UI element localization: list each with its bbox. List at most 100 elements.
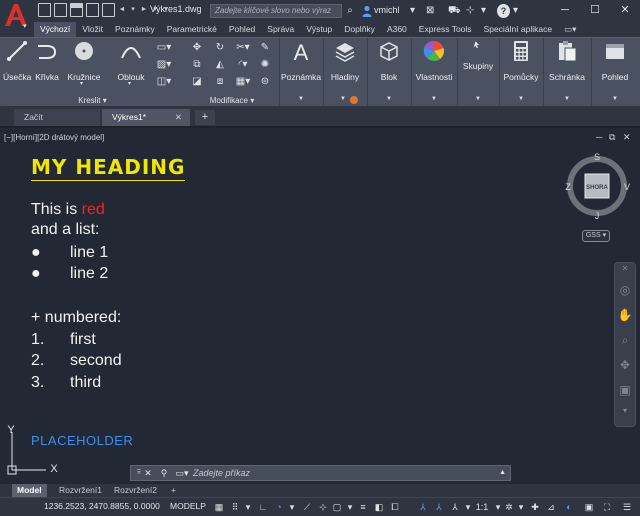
- polar-dropdown-icon[interactable]: ▾: [285, 500, 299, 514]
- tab-vlozit[interactable]: Vložit: [76, 22, 109, 37]
- line-button[interactable]: Úsečka: [3, 40, 31, 82]
- circle-dropdown-icon[interactable]: ▾: [80, 80, 83, 87]
- user-icon[interactable]: [362, 5, 372, 17]
- workspace-dropdown-icon[interactable]: ▾: [514, 500, 528, 514]
- clipboard-dropdown-icon[interactable]: ▼: [564, 96, 570, 102]
- snap-icon[interactable]: ⠿: [228, 500, 242, 514]
- selection-cycling-icon[interactable]: ⧠: [388, 500, 402, 514]
- file-tab-drawing[interactable]: Výkres1* ✕: [102, 109, 190, 126]
- recent-commands-icon[interactable]: ▭▾: [173, 466, 191, 480]
- transparency-icon[interactable]: ◧: [372, 500, 386, 514]
- groups-button[interactable]: Skupiny: [459, 40, 497, 71]
- wcs-menu[interactable]: GSS ▾: [582, 230, 610, 242]
- new-layout-button[interactable]: +: [166, 484, 181, 497]
- stretch-icon[interactable]: ◪: [186, 74, 208, 90]
- save-icon[interactable]: [70, 3, 83, 17]
- tab-specialni-aplikace[interactable]: Speciální aplikace: [478, 22, 559, 37]
- properties-dropdown-icon[interactable]: ▼: [431, 96, 437, 102]
- tab-vychozi[interactable]: Výchozí: [34, 22, 77, 37]
- viewport-restore-icon[interactable]: ⧉: [609, 132, 615, 143]
- tab-express-tools[interactable]: Express Tools: [413, 22, 478, 37]
- arc-dropdown-icon[interactable]: ▾: [128, 80, 131, 87]
- offset-icon[interactable]: ⊜: [256, 74, 274, 90]
- undo-icon[interactable]: ◄: [118, 3, 126, 17]
- layers-button[interactable]: Hladiny: [325, 40, 365, 82]
- draw-more-icon[interactable]: ◫▾: [150, 74, 178, 90]
- compass-west[interactable]: Z: [565, 182, 571, 192]
- tab-a360[interactable]: A360: [381, 22, 413, 37]
- plot-icon[interactable]: [102, 3, 115, 17]
- user-name[interactable]: vmichl: [374, 5, 400, 15]
- trim-icon[interactable]: ✂▾: [232, 40, 254, 56]
- model-space-toggle[interactable]: MODELP: [170, 501, 206, 511]
- search-icon[interactable]: ⌕: [343, 4, 357, 18]
- compass-east[interactable]: V: [624, 182, 630, 192]
- array-icon[interactable]: ▦▾: [232, 74, 254, 90]
- annotation-dropdown-icon[interactable]: ▼: [298, 96, 304, 102]
- command-input[interactable]: Zadejte příkaz: [193, 466, 250, 480]
- annotation-monitor-icon[interactable]: ✚: [528, 500, 542, 514]
- units-icon[interactable]: ⊿: [544, 500, 558, 514]
- new-file-icon[interactable]: [38, 3, 51, 17]
- arc-button[interactable]: Oblouk ▾: [114, 40, 148, 87]
- tab-pohled[interactable]: Pohled: [223, 22, 261, 37]
- snap-dropdown-icon[interactable]: ▾: [241, 500, 255, 514]
- exchange-apps-icon[interactable]: ⊠: [426, 4, 434, 18]
- tab-doplnky[interactable]: Doplňky: [338, 22, 381, 37]
- object-snap-tracking-icon[interactable]: ⊹: [316, 500, 330, 514]
- save-as-icon[interactable]: [86, 3, 99, 17]
- help-dropdown-icon[interactable]: ▾: [513, 4, 518, 18]
- rectangle-icon[interactable]: ▭▾: [150, 40, 178, 56]
- lineweight-icon[interactable]: ≡: [356, 500, 370, 514]
- utilities-dropdown-icon[interactable]: ▼: [518, 96, 524, 102]
- properties-button[interactable]: Vlastnosti: [413, 40, 455, 82]
- clipboard-button[interactable]: Schránka: [545, 40, 589, 82]
- polyline-button[interactable]: Křivka: [33, 40, 61, 82]
- showmotion-icon[interactable]: ▣: [615, 379, 635, 401]
- block-button[interactable]: Blok: [369, 40, 409, 82]
- help-icon[interactable]: ?: [497, 4, 510, 18]
- polar-tracking-icon[interactable]: ◔: [272, 500, 286, 514]
- isolate-objects-icon[interactable]: ▣: [582, 500, 596, 514]
- osnap-dropdown-icon[interactable]: ▾: [343, 500, 357, 514]
- application-menu-button[interactable]: ▾: [0, 0, 34, 37]
- object-snap-icon[interactable]: ▢: [330, 500, 344, 514]
- erase-icon[interactable]: ✎: [256, 40, 274, 56]
- compass-north[interactable]: S: [594, 152, 600, 162]
- dropdown-icon[interactable]: ▾: [481, 4, 486, 18]
- customization-menu-icon[interactable]: ☰: [620, 500, 634, 514]
- search-input[interactable]: Zadejte klíčové slovo nebo výraz: [210, 4, 342, 18]
- command-settings-icon[interactable]: ⚲: [158, 466, 170, 480]
- scale-icon[interactable]: ⧈: [209, 74, 231, 90]
- viewport-controls[interactable]: [−][Horní][2D drátový model]: [4, 133, 104, 142]
- tab-parametricke[interactable]: Parametrické: [161, 22, 223, 37]
- close-tab-icon[interactable]: ✕: [175, 109, 182, 126]
- minimize-button[interactable]: ─: [550, 0, 580, 22]
- annotation-scale-icon[interactable]: ⅄: [448, 500, 462, 514]
- ortho-icon[interactable]: ∟: [256, 500, 270, 514]
- isodraft-icon[interactable]: ⟋: [300, 500, 314, 514]
- tab-vystup[interactable]: Výstup: [300, 22, 338, 37]
- viewport-minimize-icon[interactable]: ─: [596, 132, 602, 142]
- groups-dropdown-icon[interactable]: ▼: [475, 96, 481, 102]
- file-tab-start[interactable]: Začít: [14, 109, 100, 126]
- hardware-acceleration-icon[interactable]: ◐: [562, 500, 576, 514]
- rotate-icon[interactable]: ↻: [209, 40, 231, 56]
- view-button[interactable]: Pohled: [593, 40, 637, 82]
- cursor-coordinates[interactable]: 1236.2523, 2470.8855, 0.0000: [44, 501, 160, 511]
- navbar-close-icon[interactable]: ✕: [615, 264, 635, 276]
- clean-screen-icon[interactable]: ⛶: [600, 500, 614, 514]
- fillet-icon[interactable]: ◜▾: [232, 57, 254, 73]
- undo-dropdown-icon[interactable]: ▾: [129, 3, 137, 17]
- redo-icon[interactable]: ►: [140, 3, 148, 17]
- layout-tab-model[interactable]: Model: [12, 484, 47, 497]
- layout-tab-1[interactable]: Rozvržení1: [54, 484, 107, 497]
- steering-wheel-icon[interactable]: ◎: [615, 279, 635, 301]
- viewcube[interactable]: SHORA S J V Z: [562, 150, 632, 220]
- annotation-scale-value[interactable]: 1:1: [472, 500, 492, 514]
- utilities-button[interactable]: Pomůcky: [501, 40, 541, 82]
- maximize-button[interactable]: ☐: [580, 0, 610, 22]
- close-button[interactable]: ✕: [610, 0, 640, 22]
- pan-icon[interactable]: ✋: [615, 304, 635, 326]
- drawing-area[interactable]: [−][Horní][2D drátový model] ─ ⧉ ✕ MY HE…: [0, 128, 640, 484]
